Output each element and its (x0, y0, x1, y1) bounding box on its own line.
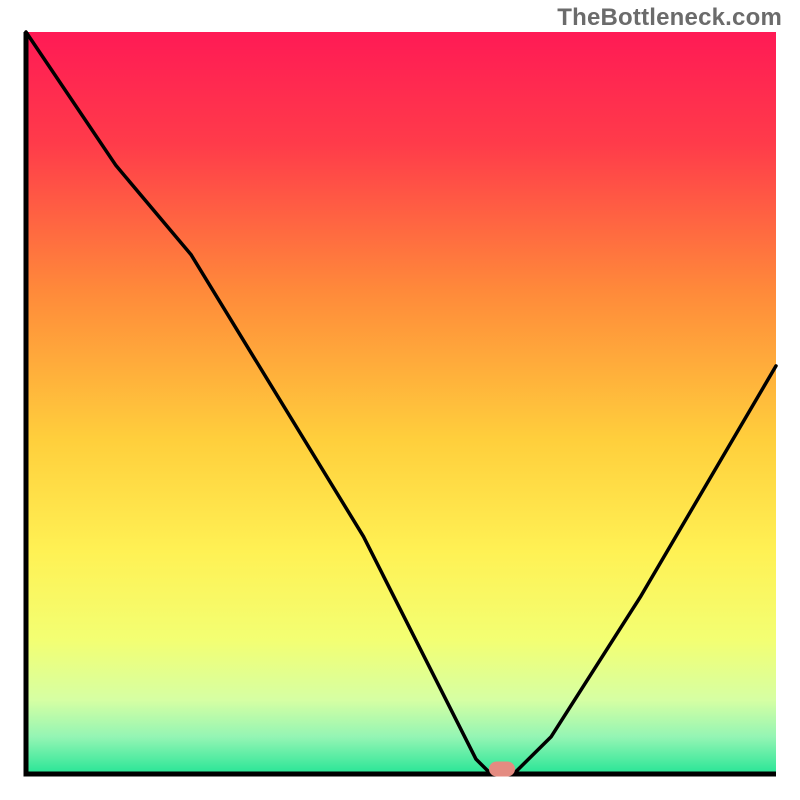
plot-background (26, 32, 776, 774)
watermark-label: TheBottleneck.com (557, 4, 782, 32)
optimal-point-marker (489, 762, 515, 777)
chart-container: TheBottleneck.com (0, 0, 800, 800)
bottleneck-chart (0, 0, 800, 800)
